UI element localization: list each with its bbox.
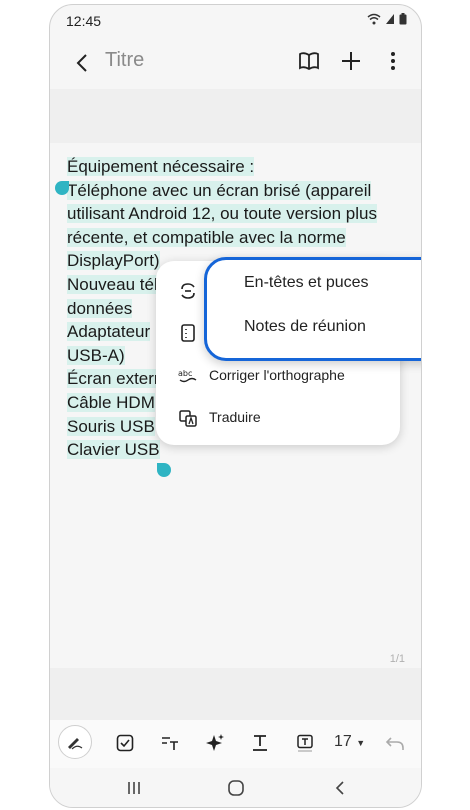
app-bar: Titre [50,41,421,87]
chevron-left-icon [76,54,87,72]
font-size-value: 17 [334,733,352,750]
document-icon [181,324,195,342]
app-bar-actions [295,47,407,75]
svg-text:abc: abc [178,369,192,378]
recent-apps-icon [128,782,140,794]
back-icon [335,781,344,795]
undo-button[interactable] [380,728,410,758]
spellcheck-menu-item[interactable]: abc Corriger l'orthographe [156,356,400,396]
note-line: Souris USB [67,416,155,436]
pen-mode-button[interactable] [58,725,92,759]
book-icon [299,52,319,71]
recent-apps-button[interactable] [120,774,148,802]
text-style-button[interactable] [155,728,185,758]
system-nav-bar [50,768,421,807]
note-line: Écran extern [67,369,164,389]
wifi-icon [367,13,381,25]
title-band [50,89,421,143]
checklist-button[interactable] [110,728,140,758]
status-time: 12:45 [66,13,102,29]
undo-icon [385,737,404,750]
chevron-down-icon: ▼ [356,738,366,748]
translate-menu-item[interactable]: Traduire [156,398,400,438]
text-box-button[interactable] [290,728,320,758]
reading-mode-button[interactable] [295,47,323,75]
format-submenu: En-têtes et puces Notes de réunion [204,257,421,361]
note-title[interactable]: Titre [105,49,144,72]
note-line: récente, et compatible avec la norme [67,227,346,247]
more-vertical-icon [391,52,395,70]
signal-icon [386,14,394,24]
page-indicator: 1/1 [389,653,405,665]
sparkle-icon [206,734,224,751]
status-icons [367,13,407,25]
home-button[interactable] [222,774,250,802]
note-line: Adaptateur [67,322,151,342]
spellcheck-icon: abc [178,369,197,383]
status-bar: 12:45 [50,5,421,41]
text-format-icon [162,737,178,750]
meeting-notes-label: Notes de réunion [244,318,366,335]
text-underline-icon [253,735,267,751]
note-line: utilisant Android 12, ou toute version p… [67,204,377,224]
ai-assist-button[interactable] [200,728,230,758]
font-button[interactable] [245,728,275,758]
spellcheck-label: Corriger l'orthographe [209,367,345,383]
pen-icon [68,738,83,750]
note-line: Nouveau tél [67,274,158,294]
note-line: Clavier USB [67,440,160,460]
note-line: DisplayPort) [67,251,160,271]
note-line: Câble HDM [67,392,155,412]
more-options-button[interactable] [379,47,407,75]
back-button[interactable] [68,49,96,77]
convert-icon [181,283,195,299]
system-back-button[interactable] [326,774,354,802]
font-size-selector[interactable]: 17 ▼ [334,733,365,751]
home-icon [228,780,244,796]
add-button[interactable] [337,47,365,75]
note-line: données [67,298,133,318]
translate-label: Traduire [209,409,261,425]
note-line: USB-A) [67,345,125,365]
translate-icon [179,410,197,427]
bottom-band [50,668,421,720]
headings-bullets-label: En-têtes et puces [244,274,369,291]
note-line: Équipement nécessaire : [67,157,255,176]
text-box-icon [297,734,313,752]
selection-start-handle[interactable] [55,181,69,195]
note-line: Téléphone avec un écran brisé (appareil [67,180,372,200]
checkbox-icon [116,734,134,752]
editor-toolbar: 17 ▼ [50,720,421,768]
meeting-notes-option[interactable]: Notes de réunion [207,308,421,348]
selection-end-handle[interactable] [157,463,171,477]
headings-bullets-option[interactable]: En-têtes et puces [207,264,421,304]
plus-icon [342,52,360,70]
battery-icon [399,13,407,25]
phone-frame: 12:45 Titre Équipement nécessaire: Télé… [49,4,422,808]
